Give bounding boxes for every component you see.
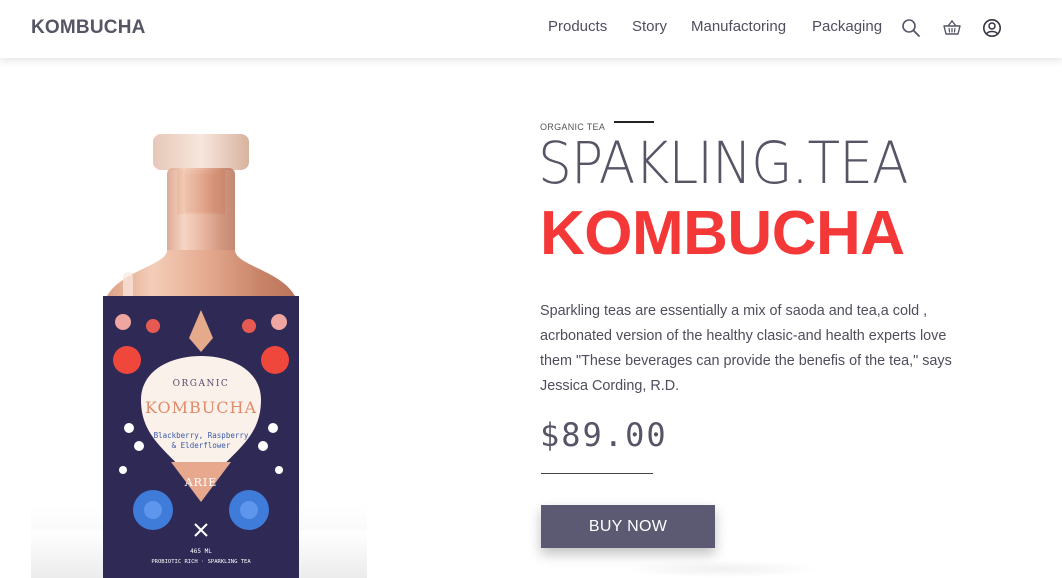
- eyebrow-divider: [614, 121, 654, 123]
- nav-packaging[interactable]: Packaging: [812, 18, 882, 35]
- site-header: KOMBUCHA Products Story Manufactoring Pa…: [0, 0, 1062, 58]
- product-image: ORGANIC KOMBUCHA Blackberry, Raspberry &…: [31, 90, 367, 578]
- nav-manufactoring[interactable]: Manufactoring: [691, 18, 786, 35]
- user-icon[interactable]: [982, 18, 1002, 38]
- label-flavor-2: & Elderflower: [172, 441, 231, 450]
- product-title-line2: KOMBUCHA: [540, 199, 905, 268]
- buy-now-button[interactable]: BUY NOW: [541, 505, 715, 548]
- label-maker: ARIE: [184, 476, 218, 489]
- label-flavor-1: Blackberry, Raspberry: [154, 431, 249, 440]
- kombucha-bottle-illustration: ORGANIC KOMBUCHA Blackberry, Raspberry &…: [31, 134, 367, 578]
- label-organic: ORGANIC: [173, 379, 230, 389]
- label-footer: PROBIOTIC RICH · SPARKLING TEA: [151, 559, 251, 565]
- price-divider: [541, 473, 653, 474]
- eyebrow: ORGANIC TEA: [540, 117, 654, 132]
- label-volume: 465 ML: [190, 548, 212, 555]
- search-icon[interactable]: [901, 18, 921, 38]
- floor-shadow: [620, 560, 820, 578]
- nav-products[interactable]: Products: [548, 18, 607, 35]
- site-logo[interactable]: KOMBUCHA: [31, 17, 146, 39]
- product-description: Sparkling teas are essentially a mix of …: [540, 303, 952, 394]
- product-title-line1: SPAKLING.TEA: [538, 129, 909, 197]
- label-brand: KOMBUCHA: [145, 398, 257, 417]
- basket-icon[interactable]: [942, 18, 962, 38]
- nav-story[interactable]: Story: [632, 18, 667, 35]
- product-price: $89.00: [540, 416, 668, 454]
